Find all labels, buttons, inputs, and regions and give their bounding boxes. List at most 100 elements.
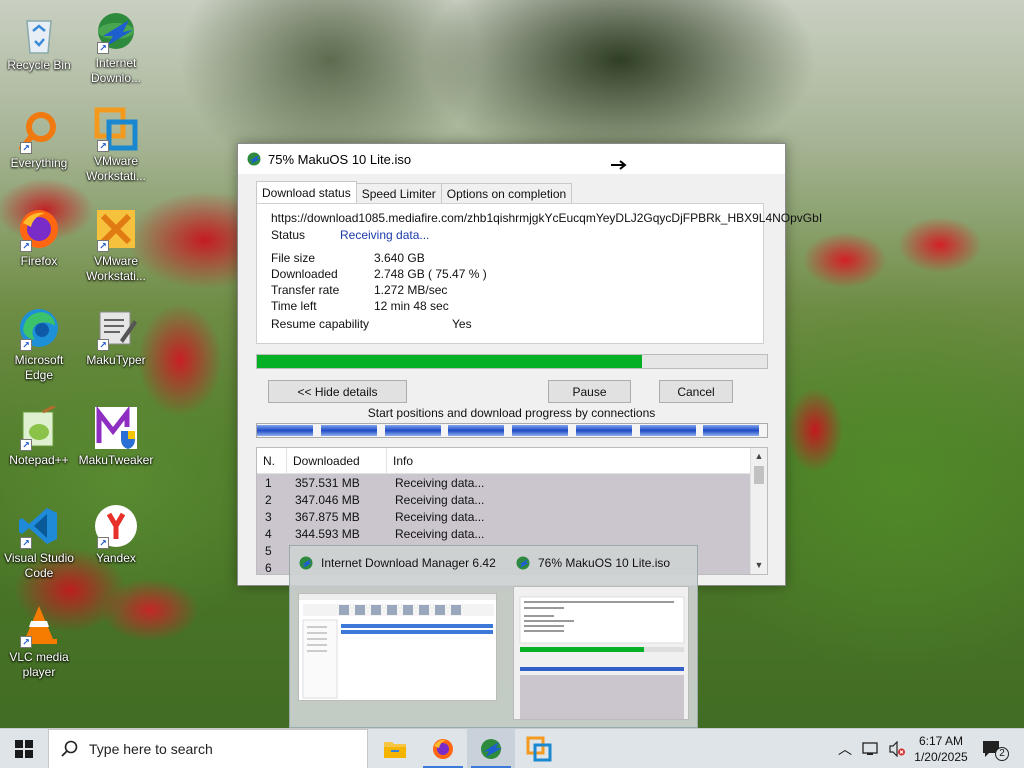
desktop-icon-everything[interactable]: ↗ Everything — [1, 108, 77, 171]
taskbar-app-file-explorer[interactable] — [371, 729, 419, 768]
vlc-icon: ↗ — [16, 602, 62, 648]
taskbar-clock[interactable]: 6:17 AM 1/20/2025 — [906, 733, 976, 765]
everything-search-icon: ↗ — [16, 108, 62, 154]
notepad-plus-plus-icon: ↗ — [16, 405, 62, 451]
desktop-icon-label: Firefox — [20, 254, 58, 268]
connections-progress-bar — [256, 423, 768, 438]
scrollbar-thumb[interactable] — [754, 466, 764, 484]
desktop-icon-edge[interactable]: ↗ Microsoft Edge — [1, 305, 77, 383]
shortcut-arrow-icon: ↗ — [97, 140, 109, 152]
taskbar-app-vmware[interactable] — [515, 729, 563, 768]
preview-title: 76% MakuOS 10 Lite.iso — [538, 556, 671, 570]
table-row[interactable]: 2 347.046 MB Receiving data... — [257, 491, 767, 508]
idm-icon — [299, 556, 313, 570]
preview-item-idm-download[interactable]: 76% MakuOS 10 Lite.iso — [507, 546, 707, 729]
row-info: Receiving data... — [395, 526, 485, 541]
desktop-icon-firefox[interactable]: ↗ Firefox — [1, 206, 77, 269]
firefox-icon — [433, 739, 453, 759]
time-left-value: 12 min 48 sec — [374, 299, 449, 313]
transfer-rate-row: Transfer rate 1.272 MB/sec — [271, 283, 447, 297]
idm-download-window[interactable]: 75% MakuOS 10 Lite.iso Download status S… — [237, 143, 822, 586]
desktop-icon-yandex[interactable]: ↗ Yandex — [78, 503, 154, 566]
taskbar: Type here to search ︿ 6:17 AM 1/20/2025 … — [0, 728, 1024, 768]
idm-icon — [247, 152, 261, 166]
table-scrollbar[interactable]: ▲ ▼ — [750, 448, 767, 574]
time-left-label: Time left — [271, 299, 317, 313]
desktop-icon-makutyper[interactable]: ↗ MakuTyper — [78, 305, 154, 368]
connection-segment — [639, 425, 696, 436]
volume-muted-icon[interactable] — [888, 741, 906, 757]
column-header-number[interactable]: N. — [257, 448, 287, 473]
connection-segment — [320, 425, 377, 436]
window-titlebar[interactable]: 75% MakuOS 10 Lite.iso — [238, 144, 785, 174]
download-progress-fill — [257, 355, 642, 368]
row-info: Receiving data... — [395, 492, 485, 507]
resume-capability-row: Resume capability Yes — [271, 317, 472, 331]
taskbar-app-firefox[interactable] — [419, 729, 467, 768]
clock-time: 6:17 AM — [918, 734, 964, 748]
shortcut-arrow-icon: ↗ — [97, 537, 109, 549]
cancel-button[interactable]: Cancel — [659, 380, 733, 403]
show-hidden-icons-chevron-icon[interactable]: ︿ — [838, 739, 852, 759]
status-value: Receiving data... — [340, 228, 430, 242]
column-header-downloaded[interactable]: Downloaded — [287, 448, 387, 473]
table-row[interactable]: 1 357.531 MB Receiving data... — [257, 474, 767, 491]
row-downloaded: 357.531 MB — [295, 475, 360, 490]
pause-button[interactable]: Pause — [548, 380, 631, 403]
transfer-rate-label: Transfer rate — [271, 283, 340, 297]
desktop-icon-label: Everything — [10, 156, 68, 170]
desktop-icon-vmware-2[interactable]: ↗ VMware Workstati... — [78, 206, 154, 284]
desktop-icon-label: Yandex — [96, 551, 136, 565]
preview-title-row: 76% MakuOS 10 Lite.iso — [515, 555, 670, 571]
connection-segment — [384, 425, 441, 436]
idm-icon — [481, 739, 502, 759]
desktop-icon-idm[interactable]: ↗ Internet Downlo... — [78, 8, 154, 86]
shortcut-arrow-icon: ↗ — [20, 240, 32, 252]
connection-segment — [575, 425, 632, 436]
row-number: 4 — [265, 526, 272, 541]
scroll-down-icon[interactable]: ▼ — [751, 557, 767, 574]
notification-count: 2 — [995, 747, 1009, 761]
clock-date: 1/20/2025 — [914, 750, 968, 764]
desktop-icon-recycle-bin[interactable]: Recycle Bin — [1, 10, 77, 73]
tab-options-on-completion[interactable]: Options on completion — [440, 183, 573, 203]
preview-thumbnail-image — [513, 586, 689, 720]
desktop-icon-vscode[interactable]: ↗ Visual Studio Code — [1, 503, 77, 581]
resume-capability-label: Resume capability — [271, 317, 370, 331]
file-size-label: File size — [271, 251, 316, 265]
preview-thumbnail-image — [298, 593, 497, 701]
status-row: Status Receiving data... — [271, 228, 429, 242]
network-icon[interactable] — [862, 741, 880, 757]
file-explorer-icon — [384, 742, 406, 758]
desktop-icon-label: VLC media player — [9, 650, 69, 679]
start-button[interactable] — [0, 729, 48, 768]
taskbar-app-idm[interactable] — [467, 729, 515, 768]
window-title: 75% MakuOS 10 Lite.iso — [268, 151, 412, 167]
desktop-icon-notepadpp[interactable]: ↗ Notepad++ — [1, 405, 77, 468]
taskbar-search-box[interactable]: Type here to search — [48, 729, 368, 768]
connection-segment — [703, 425, 760, 436]
makutweaker-icon — [93, 405, 139, 451]
table-row[interactable]: 3 367.875 MB Receiving data... — [257, 508, 767, 525]
hide-details-button[interactable]: << Hide details — [268, 380, 407, 403]
scroll-up-icon[interactable]: ▲ — [751, 448, 767, 465]
preview-item-idm-main[interactable]: Internet Download Manager 6.42 — [290, 546, 497, 729]
tab-speed-limiter[interactable]: Speed Limiter — [355, 183, 442, 203]
download-progress-bar — [256, 354, 768, 369]
desktop-icon-vmware-1[interactable]: ↗ VMware Workstati... — [78, 106, 154, 184]
table-row[interactable]: 4 344.593 MB Receiving data... — [257, 525, 767, 542]
desktop-icon-vlc[interactable]: ↗ VLC media player — [1, 602, 77, 680]
preview-title-row: Internet Download Manager 6.42 — [298, 555, 496, 571]
notification-center-button[interactable]: 2 — [981, 729, 1009, 768]
desktop-icon-makutweaker[interactable]: MakuTweaker — [78, 405, 154, 468]
column-header-info[interactable]: Info — [387, 448, 747, 473]
desktop-icon-label: Recycle Bin — [7, 58, 71, 72]
desktop-icon-label: Notepad++ — [9, 453, 69, 467]
desktop-icon-label: Internet Downlo... — [90, 56, 142, 85]
tab-download-status[interactable]: Download status — [256, 181, 357, 203]
row-downloaded: 347.046 MB — [295, 492, 360, 507]
idm-icon — [516, 556, 530, 570]
shortcut-arrow-icon: ↗ — [97, 339, 109, 351]
search-placeholder: Type here to search — [89, 741, 213, 757]
connection-segment — [448, 425, 505, 436]
